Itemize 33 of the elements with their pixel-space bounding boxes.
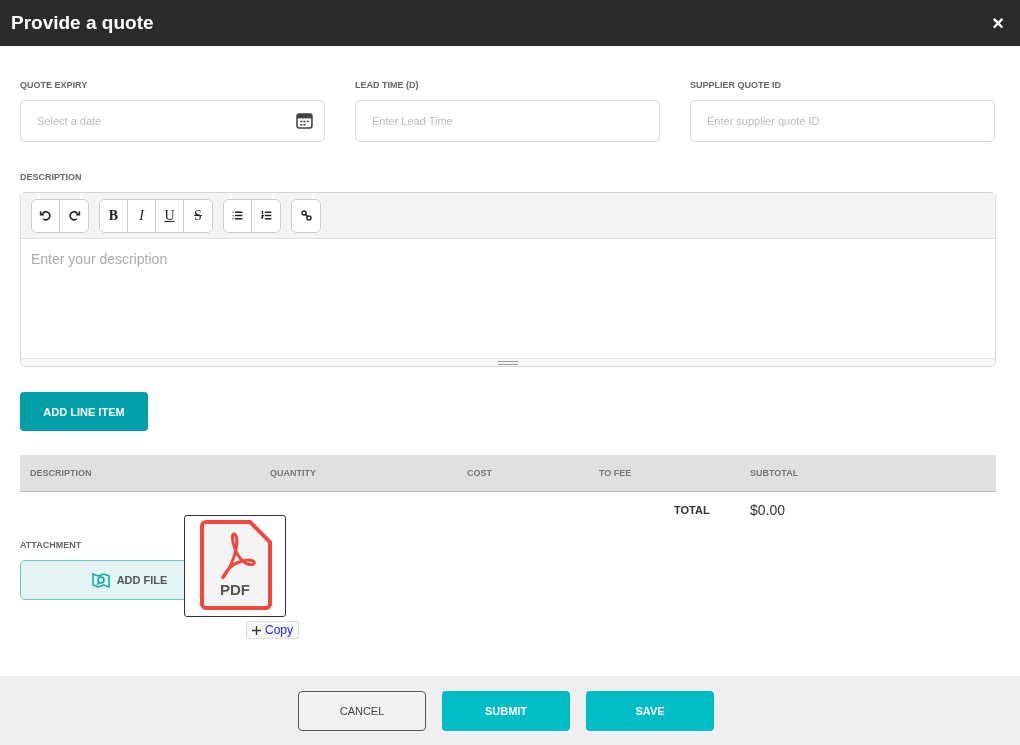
pdf-file-icon	[198, 520, 272, 612]
date-field[interactable]: Select a date	[20, 100, 325, 142]
total-label: TOTAL	[674, 504, 711, 516]
column-header: DESCRIPTION	[30, 468, 93, 478]
link-icon	[299, 209, 313, 222]
numbered-list-icon	[259, 209, 273, 222]
rich-text-editor[interactable]: B I U S Enter your description	[20, 192, 996, 367]
input-field[interactable]: Enter supplier quote ID	[690, 100, 995, 142]
resize-grip-icon[interactable]	[498, 360, 518, 365]
column-header: QUANTITY	[270, 468, 317, 478]
column-header: SUBTOTAL	[750, 468, 800, 478]
link-button[interactable]	[292, 199, 320, 232]
footer-button[interactable]: CANCEL	[298, 690, 426, 731]
column-header: TO FEE	[599, 468, 633, 478]
field-label: DESCRIPTION	[20, 172, 83, 182]
plus-icon	[252, 625, 261, 635]
field-label: ATTACHMENT	[20, 540, 83, 550]
window-title: Provide a quote	[11, 12, 154, 34]
column-header: COST	[467, 468, 493, 478]
bullets-button[interactable]	[224, 199, 252, 232]
close-button[interactable]: ×	[988, 11, 1008, 35]
copy-tooltip: Copy	[246, 621, 299, 639]
input-field[interactable]: Enter Lead Time	[355, 100, 660, 142]
undo-icon	[39, 209, 52, 222]
field-label: LEAD TIME (D)	[355, 80, 420, 90]
map-search-icon	[90, 570, 111, 590]
undo-button[interactable]	[32, 199, 60, 232]
field-label: SUPPLIER QUOTE ID	[690, 80, 782, 90]
bold-button[interactable]: B	[100, 199, 128, 232]
redo-icon	[67, 209, 81, 222]
calendar-icon[interactable]	[296, 112, 313, 129]
total-value: $0.00	[750, 502, 787, 518]
field-label: QUOTE EXPIRY	[20, 80, 89, 90]
